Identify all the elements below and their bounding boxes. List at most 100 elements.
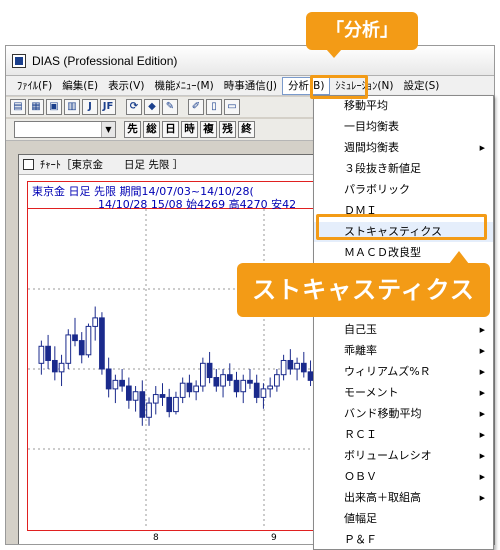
candle-body xyxy=(58,362,65,373)
candle-body xyxy=(253,382,260,398)
x-tick-label: 8 xyxy=(153,533,159,543)
list-icon[interactable]: ▣ xyxy=(46,99,62,115)
app-icon xyxy=(12,53,26,68)
submenu-arrow-icon: ▶ xyxy=(479,389,485,397)
submenu-arrow-icon: ▶ xyxy=(479,368,485,376)
candle-body xyxy=(233,379,240,393)
menu-settings[interactable]: 設定(S) xyxy=(398,77,444,95)
submenu-arrow-icon: ▶ xyxy=(479,431,485,439)
menu-item-parabolic[interactable]: パラボリック xyxy=(314,180,493,200)
menu-file[interactable]: ﾌｧｲﾙ(F) xyxy=(12,77,57,95)
menu-edit[interactable]: 編集(E) xyxy=(57,77,103,95)
candle-body xyxy=(294,362,300,370)
candle-body xyxy=(125,385,132,401)
button-saki[interactable]: 先 xyxy=(124,121,141,138)
candle-body xyxy=(132,391,139,401)
submenu-arrow-icon: ▶ xyxy=(479,410,485,418)
menu-item-moving-average[interactable]: 移動平均 xyxy=(314,96,493,116)
menu-jiji[interactable]: 時事通信(J) xyxy=(219,77,282,95)
jf-icon[interactable]: JF xyxy=(100,99,116,115)
menu-item-momentum[interactable]: モーメント ▶ xyxy=(314,383,493,403)
stochastics-callout: ストキャスティクス xyxy=(237,251,490,317)
candle-body xyxy=(206,362,213,379)
menu-item-rci[interactable]: ＲＣＩ ▶ xyxy=(314,425,493,445)
candle-body xyxy=(92,317,99,327)
chart-icon[interactable]: ▦ xyxy=(28,99,44,115)
menu-item-three-line-break[interactable]: ３段抜き新値足 xyxy=(314,159,493,179)
candle-body xyxy=(112,379,119,390)
candle-body xyxy=(152,394,159,404)
candle-body xyxy=(72,334,78,342)
candle-body xyxy=(247,379,253,384)
menu-bar: ﾌｧｲﾙ(F) 編集(E) 表示(V) 機能ﾒﾆｭｰ(M) 時事通信(J) 分析… xyxy=(6,76,494,96)
candle-body xyxy=(240,379,247,393)
pen-icon[interactable]: ✎ xyxy=(162,99,178,115)
button-day[interactable]: 日 xyxy=(162,121,179,138)
submenu-arrow-icon: ▶ xyxy=(479,144,485,152)
candle-body xyxy=(139,391,146,418)
menu-item-obv[interactable]: ＯＢＶ ▶ xyxy=(314,467,493,487)
button-close[interactable]: 終 xyxy=(238,121,255,138)
menu-item-pf[interactable]: Ｐ＆Ｆ xyxy=(314,530,493,550)
menu-view[interactable]: 表示(V) xyxy=(103,77,149,95)
symbol-combo[interactable]: ▼ xyxy=(14,121,116,138)
candle-body xyxy=(159,394,166,398)
page-icon[interactable]: ▯ xyxy=(206,99,222,115)
candle-body xyxy=(220,374,226,387)
button-time[interactable]: 時 xyxy=(181,121,198,138)
refresh-icon[interactable]: ⟳ xyxy=(126,99,142,115)
menu-item-volume-ratio[interactable]: ボリュームレシオ ▶ xyxy=(314,446,493,466)
candle-body xyxy=(173,396,179,413)
candle-body xyxy=(85,325,92,356)
candle-body xyxy=(260,388,267,398)
menu-item-weekly-balance[interactable]: 週間均衡表 ▶ xyxy=(314,138,493,158)
menu-item-ichimoku[interactable]: 一目均衡表 xyxy=(314,117,493,137)
table-icon[interactable]: ▥ xyxy=(64,99,80,115)
candle-body xyxy=(280,359,287,376)
submenu-arrow-icon: ▶ xyxy=(479,326,485,334)
menu-item-deviation-rate[interactable]: 乖離率 ▶ xyxy=(314,341,493,361)
candle-body xyxy=(200,362,206,387)
menu-item-volume-oi[interactable]: 出来高＋取組高 ▶ xyxy=(314,488,493,508)
candle-body xyxy=(287,359,294,370)
candle-body xyxy=(226,374,233,381)
candle-body xyxy=(78,340,85,356)
analysis-menu-highlight xyxy=(310,75,368,99)
candle-body xyxy=(300,362,307,373)
button-sou[interactable]: 総 xyxy=(143,121,160,138)
stochastics-highlight xyxy=(316,214,487,240)
chart-window-icon xyxy=(23,159,34,170)
candle-body xyxy=(274,374,280,387)
chart-window-title: ﾁｬｰﾄ［東京金 日足 先限 ］ xyxy=(40,159,184,171)
menu-item-own-position[interactable]: 自己玉 ▶ xyxy=(314,320,493,340)
candle-body xyxy=(38,345,45,364)
edit-icon[interactable]: ✐ xyxy=(188,99,204,115)
x-tick-label: 9 xyxy=(271,533,277,543)
chevron-down-icon[interactable]: ▼ xyxy=(101,122,115,137)
title-bar: DIAS (Professional Edition) xyxy=(6,46,494,76)
window-icon[interactable]: ▭ xyxy=(224,99,240,115)
submenu-arrow-icon: ▶ xyxy=(479,347,485,355)
candle-body xyxy=(267,385,274,390)
candle-body xyxy=(193,385,199,393)
candle-body xyxy=(99,317,105,370)
candle-body xyxy=(119,379,125,387)
analysis-callout: 「分析」 xyxy=(306,12,418,58)
submenu-arrow-icon: ▶ xyxy=(479,452,485,460)
button-remain[interactable]: 残 xyxy=(219,121,236,138)
chart-icon[interactable]: ▤ xyxy=(10,99,26,115)
submenu-arrow-icon: ▶ xyxy=(479,473,485,481)
tag-icon[interactable]: ◆ xyxy=(144,99,160,115)
menu-item-range-bar[interactable]: 値幅足 xyxy=(314,509,493,529)
menu-item-band-ma[interactable]: バンド移動平均 ▶ xyxy=(314,404,493,424)
candle-body xyxy=(166,396,173,413)
candle-body xyxy=(213,377,220,387)
j-icon[interactable]: J xyxy=(82,99,98,115)
candle-series xyxy=(38,306,361,426)
candle-body xyxy=(45,345,51,361)
candle-body xyxy=(179,382,186,398)
button-multi[interactable]: 複 xyxy=(200,121,217,138)
menu-function[interactable]: 機能ﾒﾆｭｰ(M) xyxy=(149,77,218,95)
menu-item-williams-r[interactable]: ウィリアムズ%Ｒ ▶ xyxy=(314,362,493,382)
candle-body xyxy=(186,382,193,393)
